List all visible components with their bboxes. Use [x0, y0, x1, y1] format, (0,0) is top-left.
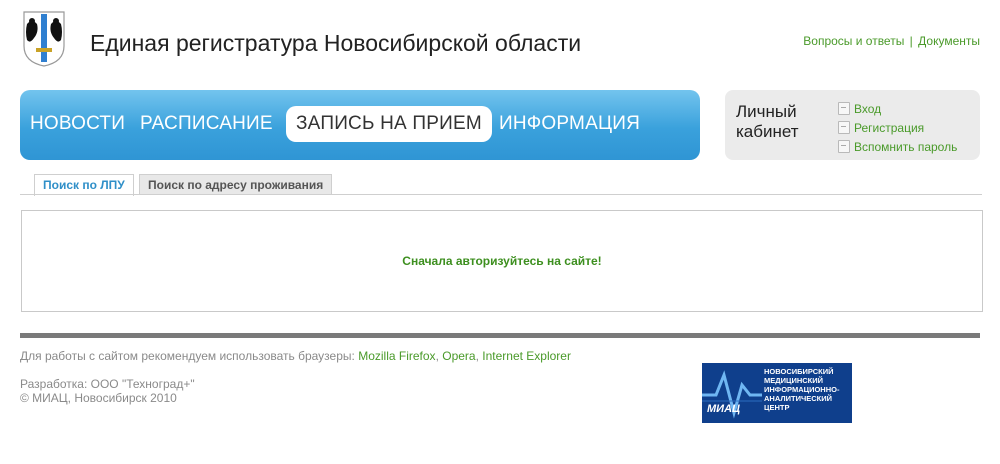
documents-link[interactable]: Документы: [918, 34, 980, 48]
nav-news[interactable]: НОВОСТИ: [30, 106, 125, 142]
cabinet-title: Личный кабинет: [736, 102, 799, 141]
footer-credits: Разработка: ООО "Техноград+" © МИАЦ, Нов…: [20, 377, 195, 405]
nav-schedule[interactable]: РАСПИСАНИЕ: [140, 106, 273, 142]
recover-password-icon: [838, 140, 850, 153]
browser-recommendation-text: Для работы с сайтом рекомендуем использо…: [20, 349, 355, 363]
login-label: Вход: [854, 102, 882, 116]
content-panel: Сначала авторизуйтесь на сайте!: [21, 210, 983, 312]
register-icon: [838, 121, 850, 134]
register-label: Регистрация: [854, 121, 925, 135]
recover-password-link[interactable]: Вспомнить пароль: [838, 138, 957, 157]
tab-search-by-facility[interactable]: Поиск по ЛПУ: [34, 174, 134, 196]
top-links: Вопросы и ответы | Документы: [803, 34, 980, 48]
miac-logo-abbr: МИАЦ: [707, 403, 741, 415]
footer-divider: [20, 333, 980, 338]
opera-link[interactable]: Opera: [442, 349, 475, 363]
register-link[interactable]: Регистрация: [838, 119, 957, 138]
login-link[interactable]: Вход: [838, 100, 957, 119]
personal-cabinet-panel: Личный кабинет Вход Регистрация Вспомнит…: [725, 90, 980, 160]
firefox-link[interactable]: Mozilla Firefox: [358, 349, 435, 363]
faq-link[interactable]: Вопросы и ответы: [803, 34, 904, 48]
recover-password-label: Вспомнить пароль: [854, 140, 958, 154]
main-nav: НОВОСТИ РАСПИСАНИЕ ЗАПИСЬ НА ПРИЕМ ИНФОР…: [20, 90, 700, 160]
miac-logo[interactable]: НОВОСИБИРСКИЙ МЕДИЦИНСКИЙ ИНФОРМАЦИОННО-…: [702, 363, 852, 423]
top-links-separator: |: [909, 34, 913, 48]
cabinet-links: Вход Регистрация Вспомнить пароль: [838, 100, 957, 157]
miac-logo-text: НОВОСИБИРСКИЙ МЕДИЦИНСКИЙ ИНФОРМАЦИОННО-…: [764, 367, 840, 412]
copyright-text: © МИАЦ, Новосибирск 2010: [20, 391, 177, 405]
ie-link[interactable]: Internet Explorer: [482, 349, 571, 363]
browser-recommendation: Для работы с сайтом рекомендуем использо…: [20, 349, 571, 363]
tabs-divider: [20, 194, 982, 195]
auth-required-message: Сначала авторизуйтесь на сайте!: [402, 254, 602, 268]
coat-of-arms-logo: [22, 10, 66, 68]
tab-search-by-address[interactable]: Поиск по адресу проживания: [139, 174, 333, 195]
developer-text: Разработка: ООО "Техноград+": [20, 377, 195, 391]
site-title: Единая регистратура Новосибирской област…: [90, 30, 582, 56]
login-icon: [838, 102, 850, 115]
nav-appointment[interactable]: ЗАПИСЬ НА ПРИЕМ: [286, 106, 492, 142]
nav-information[interactable]: ИНФОРМАЦИЯ: [499, 106, 640, 142]
